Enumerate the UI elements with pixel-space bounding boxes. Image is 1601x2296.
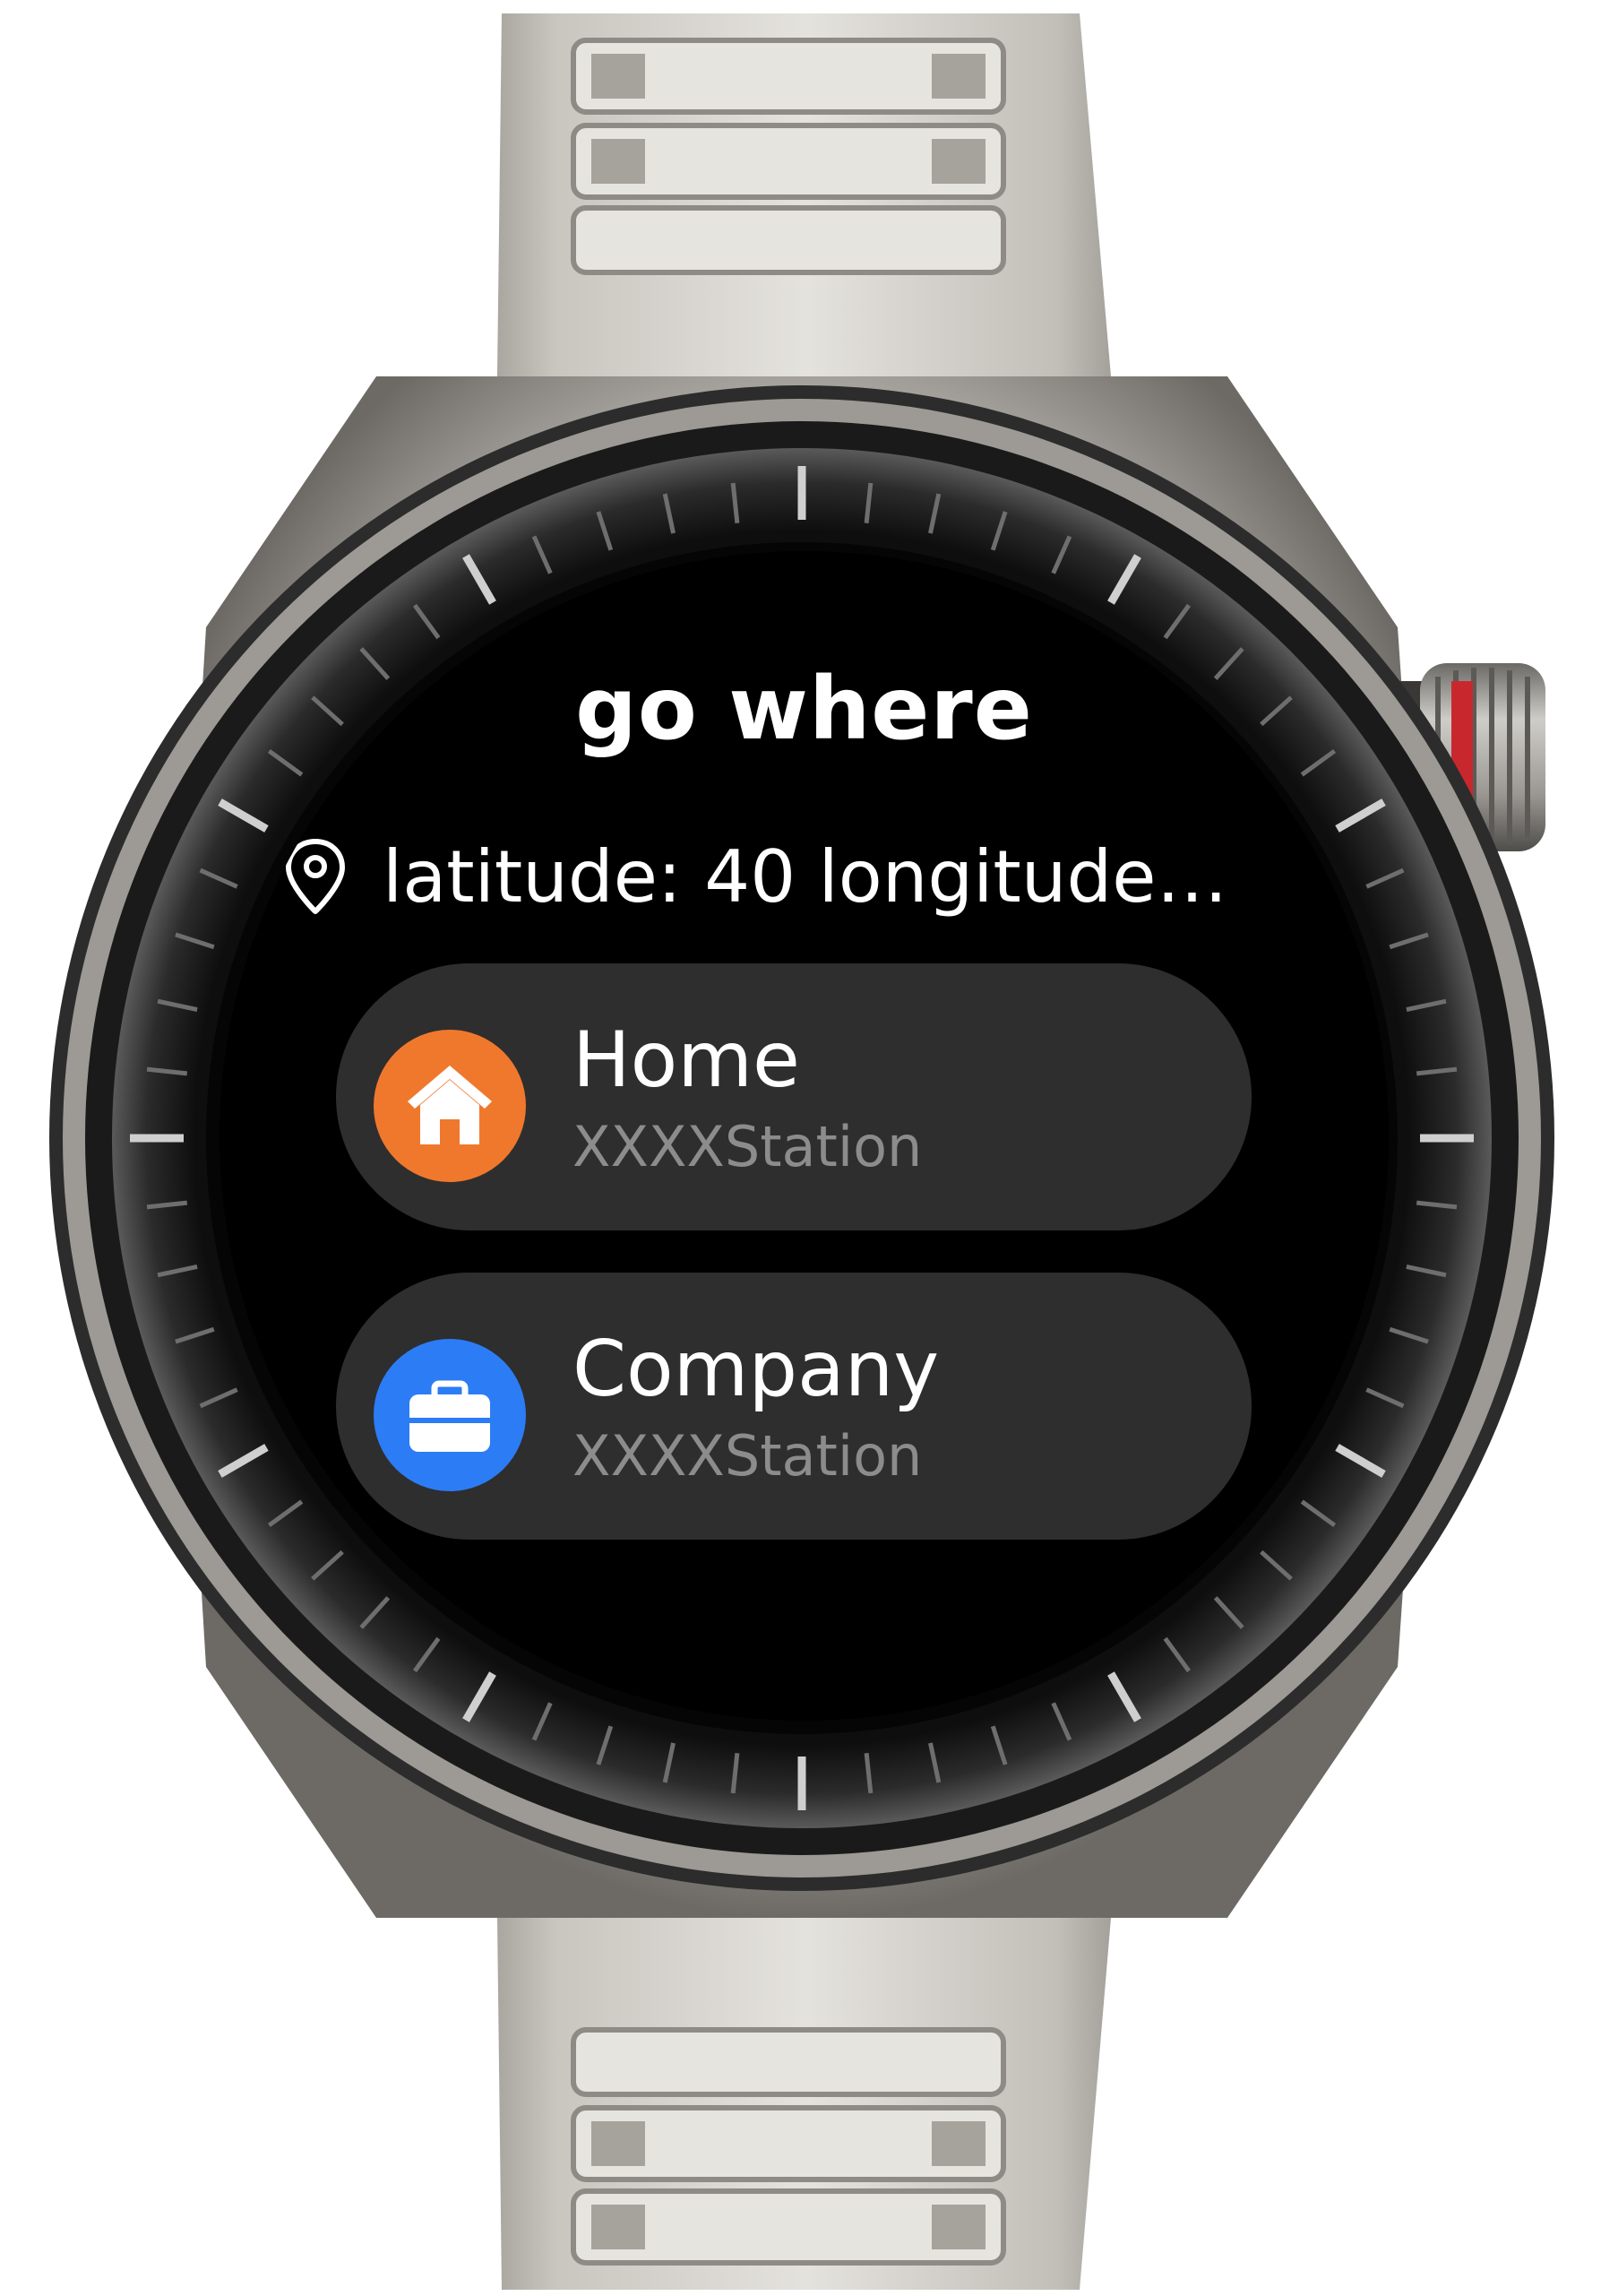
place-card-company[interactable]: Company XXXXStation bbox=[336, 1273, 1252, 1540]
location-coordinates: latitude: 40 longitude… bbox=[383, 836, 1228, 917]
page-title: go where bbox=[575, 659, 1033, 759]
watch-screen: go where latitude: 40 longitude… Home XX… bbox=[219, 551, 1389, 1721]
place-card-home[interactable]: Home XXXXStation bbox=[336, 963, 1252, 1230]
location-pin-icon bbox=[286, 839, 345, 914]
place-name: Company bbox=[572, 1325, 940, 1414]
place-station: XXXXStation bbox=[572, 1423, 923, 1489]
place-station: XXXXStation bbox=[572, 1114, 923, 1179]
location-row: latitude: 40 longitude… bbox=[282, 836, 1321, 917]
place-name: Home bbox=[572, 1015, 800, 1105]
briefcase-icon bbox=[374, 1339, 526, 1491]
home-icon bbox=[374, 1030, 526, 1182]
